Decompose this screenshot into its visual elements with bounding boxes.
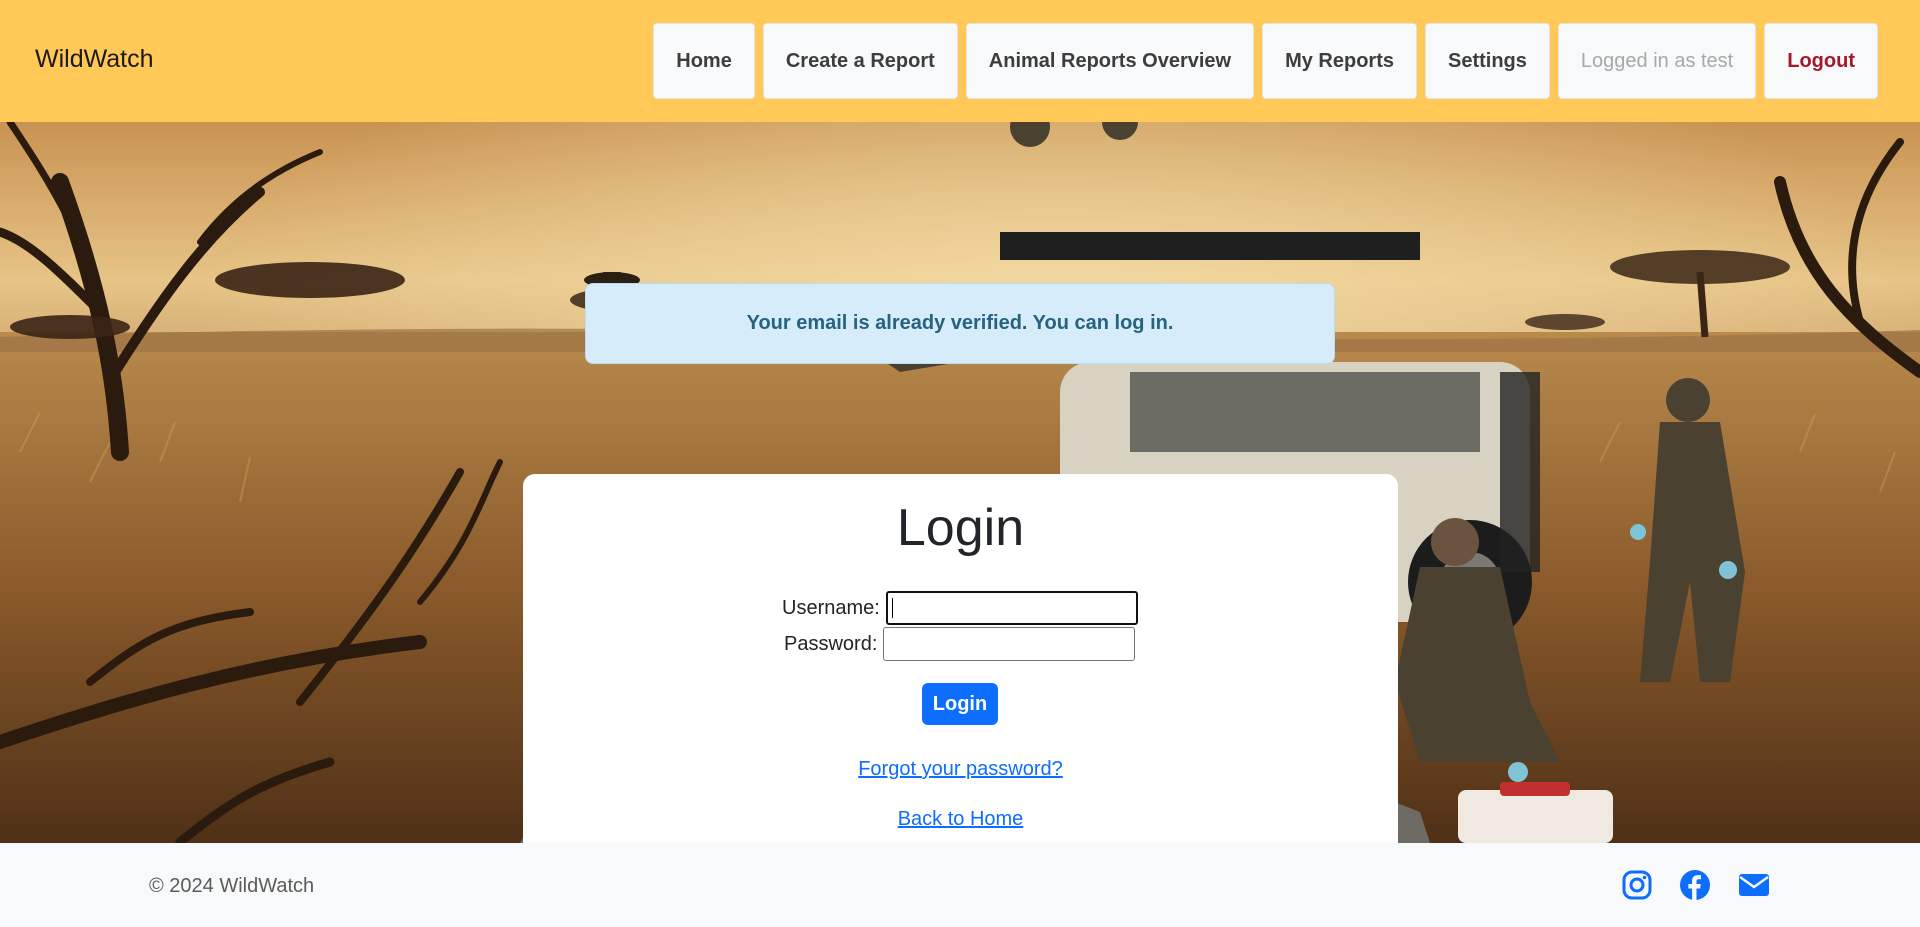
hero-section: Your email is already verified. You can … <box>0 122 1920 843</box>
text-cursor <box>891 598 893 618</box>
nav-home-button[interactable]: Home <box>653 23 755 99</box>
nav-my-reports-button[interactable]: My Reports <box>1262 23 1417 99</box>
login-submit-button[interactable]: Login <box>922 683 998 725</box>
nav-create-report-button[interactable]: Create a Report <box>762 23 958 99</box>
nav-overview-button[interactable]: Animal Reports Overview <box>965 23 1255 99</box>
username-row: Username: <box>782 591 1138 625</box>
forgot-password-link[interactable]: Forgot your password? <box>523 758 1398 781</box>
page-footer: © 2024 WildWatch <box>0 843 1920 927</box>
username-field-wrap <box>885 591 1138 625</box>
password-label: Password: <box>784 632 878 655</box>
username-input[interactable] <box>885 591 1138 625</box>
username-label: Username: <box>782 596 880 619</box>
facebook-icon[interactable] <box>1679 869 1711 901</box>
logged-in-status: Logged in as test <box>1557 23 1757 99</box>
copyright-text: © 2024 WildWatch <box>149 875 315 897</box>
password-row: Password: <box>784 627 1136 661</box>
login-card: Login Username: Password: Login Forgot y… <box>523 474 1398 843</box>
email-verified-alert: Your email is already verified. You can … <box>585 283 1335 364</box>
login-title: Login <box>896 499 1025 557</box>
top-navbar: WildWatch Home Create a Report Animal Re… <box>0 0 1920 122</box>
logout-button[interactable]: Logout <box>1764 23 1878 99</box>
envelope-icon[interactable] <box>1738 869 1770 901</box>
brand-logo[interactable]: WildWatch <box>35 45 154 74</box>
password-input[interactable] <box>883 627 1136 661</box>
nav-menu: Home Create a Report Animal Reports Over… <box>653 23 1878 99</box>
back-to-home-link[interactable]: Back to Home <box>523 808 1398 831</box>
nav-settings-button[interactable]: Settings <box>1425 23 1550 99</box>
instagram-icon[interactable] <box>1621 869 1653 901</box>
